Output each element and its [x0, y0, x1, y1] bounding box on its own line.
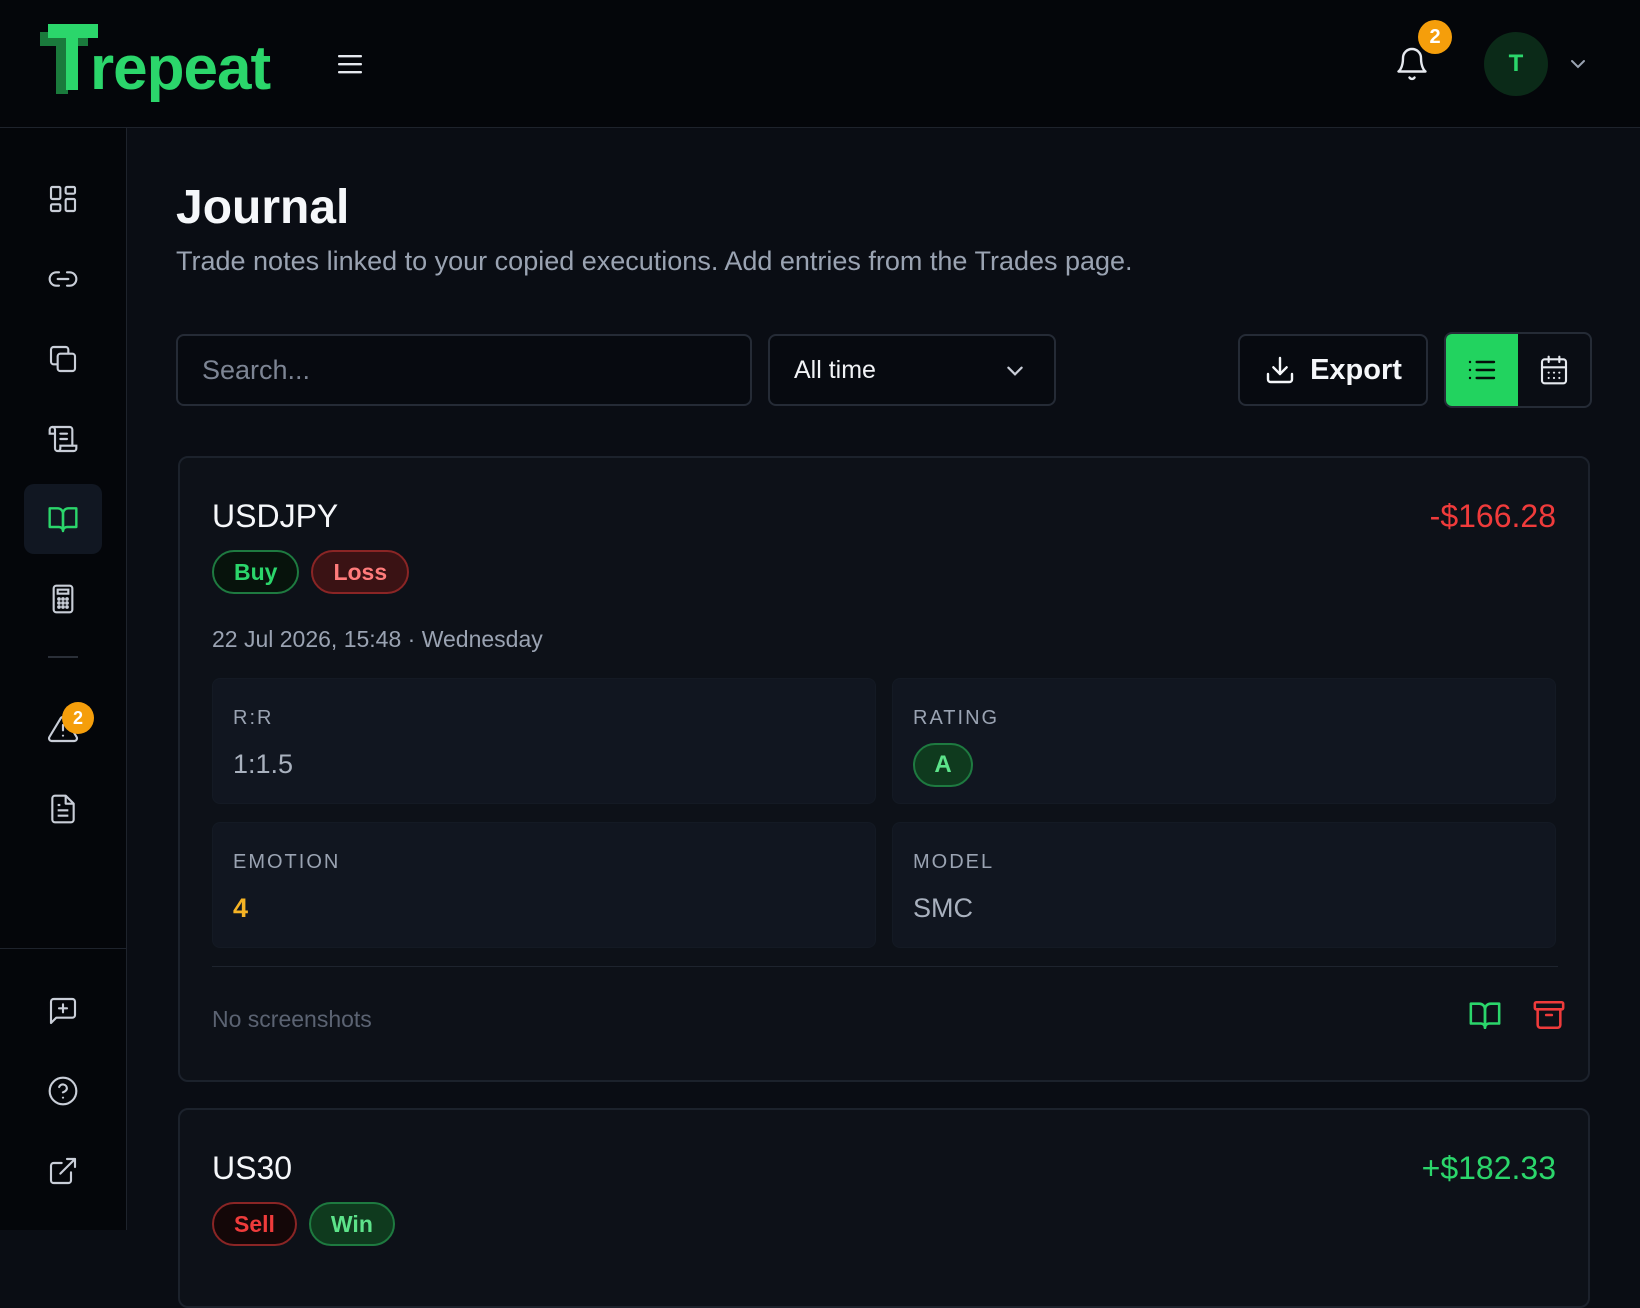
- sidebar-item-alerts[interactable]: 2: [24, 694, 102, 764]
- sidebar-item-dashboard[interactable]: [24, 164, 102, 234]
- list-view-button[interactable]: [1446, 334, 1518, 406]
- sidebar-item-feedback[interactable]: [24, 976, 102, 1046]
- calendar-icon: [1540, 355, 1568, 385]
- notifications-badge: 2: [1418, 20, 1452, 54]
- user-menu-toggle[interactable]: [1568, 54, 1588, 74]
- rating-badge: A: [913, 743, 973, 787]
- sidebar-bottom-divider: [0, 948, 127, 949]
- rr-stat: R:R 1:1.5: [212, 678, 876, 804]
- outcome-badge: Loss: [311, 550, 410, 594]
- alerts-badge: 2: [62, 702, 94, 734]
- sidebar-item-copiers[interactable]: [24, 324, 102, 394]
- user-avatar[interactable]: T: [1484, 32, 1548, 96]
- sidebar-item-external[interactable]: [24, 1136, 102, 1206]
- logo-text: repeat: [90, 34, 271, 103]
- calculator-icon: [52, 584, 74, 614]
- open-journal-button[interactable]: [1468, 998, 1508, 1038]
- screenshots-empty-text: No screenshots: [212, 1006, 372, 1032]
- copy-icon: [49, 345, 77, 373]
- period-select[interactable]: All time: [768, 334, 1056, 406]
- outcome-badge: Win: [308, 1202, 395, 1246]
- export-label: Export: [1310, 353, 1402, 386]
- view-toggle: [1444, 332, 1592, 408]
- card-divider: [212, 966, 1558, 967]
- sidebar-item-reports[interactable]: [24, 774, 102, 844]
- period-select-value: All time: [794, 355, 876, 384]
- sidebar-item-journal[interactable]: [24, 484, 102, 554]
- emotion-stat: EMOTION 4: [212, 822, 876, 948]
- archive-entry-button[interactable]: [1532, 998, 1572, 1038]
- rating-label: RATING: [913, 707, 1000, 729]
- menu-toggle-button[interactable]: [334, 50, 366, 78]
- journal-entry-card[interactable]: USDJPY -$166.28 Buy Loss 22 Jul 2026, 15…: [178, 456, 1590, 1082]
- chevron-down-icon: [1007, 366, 1023, 376]
- calendar-view-button[interactable]: [1518, 334, 1590, 406]
- side-badge: Buy: [212, 550, 300, 594]
- side-badge: Sell: [212, 1202, 297, 1246]
- help-circle-icon: [48, 1076, 78, 1106]
- entry-pnl: +$182.33: [1421, 1150, 1556, 1186]
- document-icon: [51, 794, 75, 824]
- dashboard-icon: [49, 185, 77, 213]
- sidebar-item-trades[interactable]: [24, 404, 102, 474]
- book-open-icon: [1469, 1002, 1501, 1030]
- model-value: SMC: [913, 893, 973, 923]
- link-icon: [48, 271, 78, 287]
- rating-stat: RATING A: [892, 678, 1556, 804]
- page-title: Journal: [176, 181, 350, 234]
- top-bar: repeat 2 T: [0, 0, 1640, 128]
- emotion-label: EMOTION: [233, 851, 341, 873]
- entry-datetime: 22 Jul 2026, 15:48 · Wednesday: [212, 626, 543, 652]
- page-subtitle: Trade notes linked to your copied execut…: [176, 246, 1133, 276]
- export-button[interactable]: Export: [1238, 334, 1428, 406]
- sidebar-divider: [48, 656, 78, 658]
- brand-logo[interactable]: repeat: [40, 22, 271, 106]
- scroll-icon: [48, 425, 78, 453]
- entry-symbol: US30: [212, 1150, 293, 1186]
- sidebar-item-connections[interactable]: [24, 244, 102, 314]
- sidebar: 2: [0, 128, 127, 1230]
- chevron-down-icon: [1571, 60, 1585, 69]
- main-content: Journal Trade notes linked to your copie…: [128, 128, 1640, 1308]
- model-stat: MODEL SMC: [892, 822, 1556, 948]
- message-plus-icon: [49, 997, 77, 1025]
- entry-tags: Sell Win: [212, 1202, 395, 1246]
- rr-label: R:R: [233, 707, 274, 729]
- emotion-value: 4: [233, 893, 249, 923]
- notifications-button[interactable]: 2: [1394, 20, 1452, 84]
- sidebar-item-help[interactable]: [24, 1056, 102, 1126]
- download-icon: [1266, 356, 1294, 384]
- entry-symbol: USDJPY: [212, 498, 339, 534]
- journal-entry-card[interactable]: US30 +$182.33 Sell Win: [178, 1108, 1590, 1308]
- hamburger-icon: [338, 55, 362, 74]
- rr-value: 1:1.5: [233, 749, 294, 779]
- search-input[interactable]: [176, 334, 752, 406]
- entry-tags: Buy Loss: [212, 550, 410, 594]
- archive-icon: [1533, 1000, 1565, 1030]
- book-open-icon: [48, 507, 78, 533]
- entry-pnl: -$166.28: [1429, 498, 1556, 534]
- sidebar-item-calculator[interactable]: [24, 564, 102, 634]
- model-label: MODEL: [913, 851, 995, 873]
- external-link-icon: [49, 1157, 77, 1185]
- list-icon: [1468, 360, 1496, 380]
